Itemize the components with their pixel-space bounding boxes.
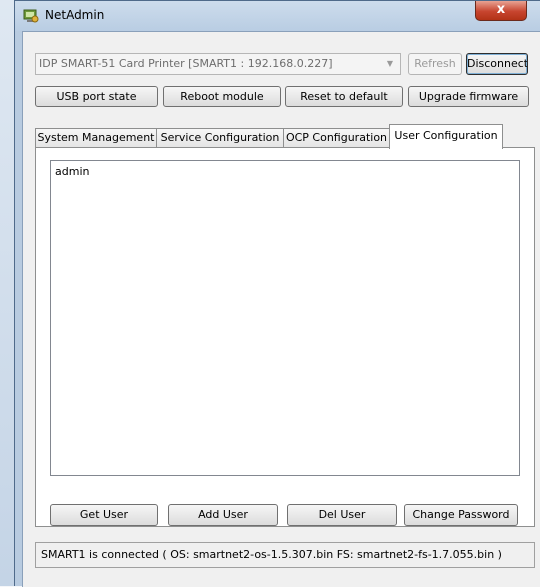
disconnect-button[interactable]: Disconnect — [466, 53, 528, 75]
upgrade-firmware-label: Upgrade firmware — [418, 90, 519, 103]
tab-user-configuration-label: User Configuration — [394, 129, 498, 142]
refresh-button-label: Refresh — [414, 57, 456, 70]
get-user-label: Get User — [79, 508, 129, 521]
del-user-label: Del User — [318, 508, 366, 521]
status-text: SMART1 is connected ( OS: smartnet2-os-1… — [41, 548, 502, 561]
user-list[interactable]: admin — [50, 160, 520, 476]
upgrade-firmware-button[interactable]: Upgrade firmware — [408, 86, 529, 107]
tab-system-management[interactable]: System Management — [35, 128, 157, 148]
del-user-button[interactable]: Del User — [287, 504, 397, 526]
window-title: NetAdmin — [45, 8, 105, 22]
tab-ocp-configuration-label: OCP Configuration — [285, 131, 388, 144]
status-bar: SMART1 is connected ( OS: smartnet2-os-1… — [35, 542, 535, 568]
device-select[interactable]: IDP SMART-51 Card Printer [SMART1 : 192.… — [35, 53, 401, 75]
network-admin-icon — [23, 9, 39, 23]
add-user-label: Add User — [198, 508, 248, 521]
tab-system-management-label: System Management — [37, 131, 155, 144]
usb-port-state-button[interactable]: USB port state — [35, 86, 158, 107]
change-password-label: Change Password — [412, 508, 510, 521]
change-password-button[interactable]: Change Password — [404, 504, 518, 526]
tab-service-configuration-label: Service Configuration — [160, 131, 280, 144]
tab-service-configuration[interactable]: Service Configuration — [156, 128, 284, 148]
reboot-module-label: Reboot module — [180, 90, 264, 103]
reset-to-default-button[interactable]: Reset to default — [285, 86, 403, 107]
device-select-value: IDP SMART-51 Card Printer [SMART1 : 192.… — [39, 57, 333, 70]
title-bar[interactable]: NetAdmin x — [15, 1, 540, 31]
tab-ocp-configuration[interactable]: OCP Configuration — [283, 128, 390, 148]
reset-to-default-label: Reset to default — [300, 90, 388, 103]
reboot-module-button[interactable]: Reboot module — [163, 86, 281, 107]
refresh-button[interactable]: Refresh — [408, 53, 462, 75]
usb-port-state-label: USB port state — [56, 90, 137, 103]
tab-user-configuration[interactable]: User Configuration — [389, 124, 503, 149]
chevron-down-icon[interactable]: ▼ — [384, 54, 396, 74]
add-user-button[interactable]: Add User — [168, 504, 278, 526]
client-area: IDP SMART-51 Card Printer [SMART1 : 192.… — [22, 31, 540, 587]
list-item[interactable]: admin — [55, 165, 89, 179]
close-icon: x — [496, 2, 506, 17]
disconnect-button-label: Disconnect — [467, 57, 528, 70]
close-button[interactable]: x — [475, 1, 527, 21]
get-user-button[interactable]: Get User — [50, 504, 158, 526]
netadmin-window: NetAdmin x IDP SMART-51 Card Printer [SM… — [14, 0, 540, 587]
desktop-edge — [0, 0, 14, 586]
